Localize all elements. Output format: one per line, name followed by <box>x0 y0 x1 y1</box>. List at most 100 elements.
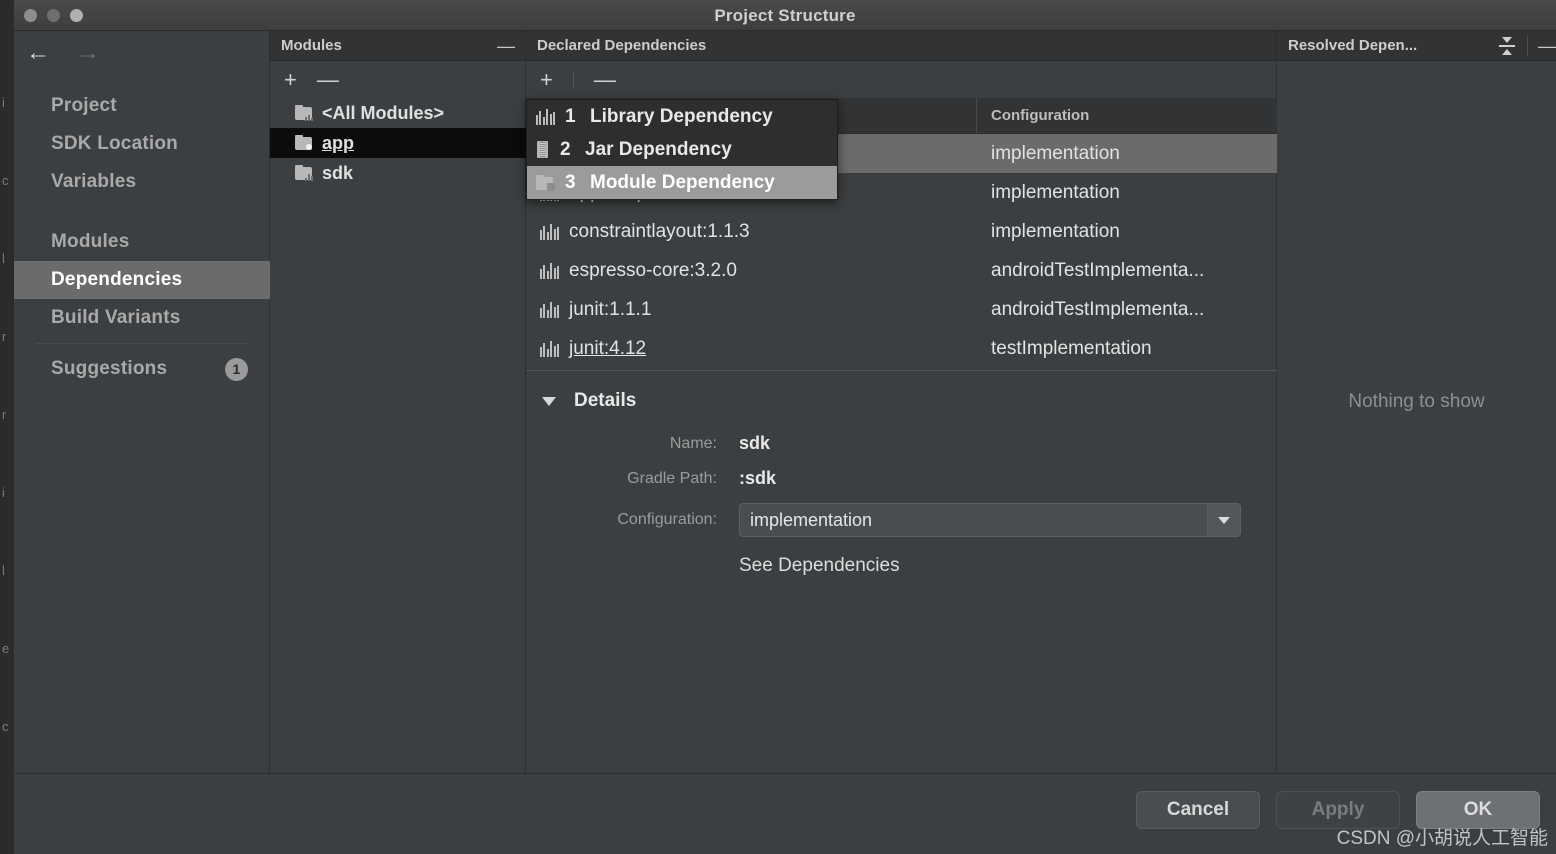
dependency-name: junit:4.12 <box>569 337 647 359</box>
tree-row-all-modules[interactable]: <All Modules> <box>270 98 526 128</box>
back-arrow-icon[interactable]: ← <box>26 41 50 65</box>
sidebar-item-build-variants[interactable]: Build Variants <box>14 299 270 337</box>
gradle-path-value: :sdk <box>739 468 777 488</box>
library-icon <box>540 223 560 240</box>
sidebar-item-sdk-location[interactable]: SDK Location <box>14 125 270 163</box>
sidebar-item-project[interactable]: Project <box>14 87 270 125</box>
dependency-name-cell: espresso-core:3.2.0 <box>526 260 977 282</box>
background-ghost-text: r <box>2 329 7 344</box>
sidebar-item-dependencies[interactable]: Dependencies <box>14 261 270 299</box>
details-row-name: Name: sdk <box>584 433 1277 454</box>
folder-all-modules-icon <box>295 105 314 121</box>
table-bottom-divider <box>526 370 1277 371</box>
menu-item-library-dependency[interactable]: 1 Library Dependency <box>527 100 837 133</box>
cancel-button[interactable]: Cancel <box>1136 791 1260 829</box>
modules-panel-header: Modules — <box>270 31 525 61</box>
column-header-configuration[interactable]: Configuration <box>977 98 1277 133</box>
declared-panel-title: Declared Dependencies <box>537 37 707 54</box>
watermark: CSDN @小胡说人工智能 <box>1336 828 1548 849</box>
library-icon <box>536 108 556 125</box>
sidebar-item-modules[interactable]: Modules <box>14 223 270 261</box>
dependency-name: espresso-core:3.2.0 <box>569 259 737 281</box>
dependency-configuration: androidTestImplementa... <box>991 259 1205 281</box>
gradle-path-label: Gradle Path: <box>627 469 717 487</box>
tree-row-sdk[interactable]: sdk <box>270 158 526 188</box>
add-dependency-menu[interactable]: 1 Library Dependency 2 Jar Dependency 3 Modul… <box>526 99 838 200</box>
jar-icon <box>536 141 550 158</box>
details-fields: Name: sdk Gradle Path: :sdk Configuratio… <box>526 433 1277 577</box>
tree-row-app[interactable]: app <box>270 128 526 158</box>
add-module-button[interactable]: + <box>284 68 297 91</box>
sidebar-item-label: Suggestions <box>51 358 168 379</box>
details-title: Details <box>574 390 637 411</box>
configuration-select[interactable]: implementation <box>739 503 1241 537</box>
dependency-configuration: androidTestImplementa... <box>991 298 1205 320</box>
declared-toolbar: + — <box>526 61 1276 98</box>
background-ghost-text: l <box>2 251 5 266</box>
dependency-name-cell: constraintlayout:1.1.3 <box>526 221 977 243</box>
menu-item-label: Module Dependency <box>590 171 775 193</box>
chevron-down-icon[interactable] <box>1207 504 1240 536</box>
folder-app-icon <box>295 135 314 151</box>
dependency-name-cell: junit:4.12 <box>526 338 977 360</box>
minimize-icon[interactable]: — <box>497 37 515 55</box>
modules-panel: Modules — + — <All Modules> app sdk <box>270 31 526 773</box>
tree-row-label: <All Modules> <box>322 102 445 123</box>
suggestions-count-badge: 1 <box>225 357 248 381</box>
menu-item-module-dependency[interactable]: 3 Module Dependency <box>527 166 837 199</box>
folder-sdk-icon <box>295 165 314 181</box>
forward-arrow-icon[interactable]: → <box>76 41 100 65</box>
details-row-gradle-path: Gradle Path: :sdk <box>584 468 1277 489</box>
menu-item-number: 1 <box>565 105 576 127</box>
tree-row-label: app <box>322 132 355 153</box>
dependency-name: junit:1.1.1 <box>569 298 652 320</box>
details-header[interactable]: Details <box>526 381 1277 421</box>
background-ghost-text: c <box>2 719 9 734</box>
title-bar: Project Structure <box>14 0 1556 31</box>
resolved-dependencies-panel: Resolved Depen... — Nothing to show <box>1277 31 1556 773</box>
table-row[interactable]: junit:1.1.1 androidTestImplementa... <box>526 290 1277 329</box>
background-ghost-text: e <box>2 641 10 656</box>
table-row[interactable]: constraintlayout:1.1.3 implementation <box>526 212 1277 251</box>
resolved-empty-message: Nothing to show <box>1348 391 1485 412</box>
configuration-label: Configuration: <box>617 511 717 528</box>
background-ghost-text: c <box>2 173 9 188</box>
menu-item-label: Jar Dependency <box>585 138 732 160</box>
sidebar-item-suggestions[interactable]: Suggestions 1 <box>14 350 270 388</box>
tree-row-label: sdk <box>322 162 354 183</box>
configuration-value: implementation <box>750 509 873 530</box>
menu-item-label: Library Dependency <box>590 105 773 127</box>
remove-dependency-button[interactable]: — <box>594 68 616 91</box>
background-ide-strip: i c l r r i l e c <box>0 0 14 854</box>
table-row[interactable]: junit:4.12 testImplementation <box>526 329 1277 368</box>
chevron-down-icon[interactable] <box>542 396 556 406</box>
add-dependency-button[interactable]: + <box>540 68 553 91</box>
declared-panel-header: Declared Dependencies <box>526 31 1276 61</box>
background-ghost-text: l <box>2 563 5 578</box>
module-icon <box>536 174 555 191</box>
sidebar-item-variables[interactable]: Variables <box>14 163 270 201</box>
menu-item-number: 3 <box>565 171 576 193</box>
table-row[interactable]: espresso-core:3.2.0 androidTestImplementa… <box>526 251 1277 290</box>
name-value: sdk <box>739 433 771 453</box>
dependency-configuration: implementation <box>991 142 1120 164</box>
toolbar-divider <box>572 70 574 89</box>
name-label: Name: <box>669 434 717 452</box>
settings-sidebar: ← → Project SDK Location Variables Modul… <box>14 31 270 773</box>
background-ghost-text: i <box>2 485 5 500</box>
background-ghost-text: r <box>2 407 7 422</box>
see-dependencies-link[interactable]: See Dependencies <box>739 555 1277 577</box>
menu-item-number: 2 <box>560 138 571 160</box>
library-icon <box>540 262 560 279</box>
dependency-name: constraintlayout:1.1.3 <box>569 220 750 242</box>
sidebar-items: Project SDK Location Variables Modules D… <box>14 87 270 388</box>
menu-item-jar-dependency[interactable]: 2 Jar Dependency <box>527 133 837 166</box>
remove-module-button[interactable]: — <box>317 68 339 91</box>
modules-panel-title: Modules <box>281 37 342 54</box>
modules-tree: <All Modules> app sdk <box>270 98 526 188</box>
details-row-configuration: Configuration: implementation <box>584 503 1277 537</box>
dependency-configuration: implementation <box>991 220 1120 242</box>
dependency-configuration: implementation <box>991 181 1120 203</box>
background-ghost-text: i <box>2 95 5 110</box>
